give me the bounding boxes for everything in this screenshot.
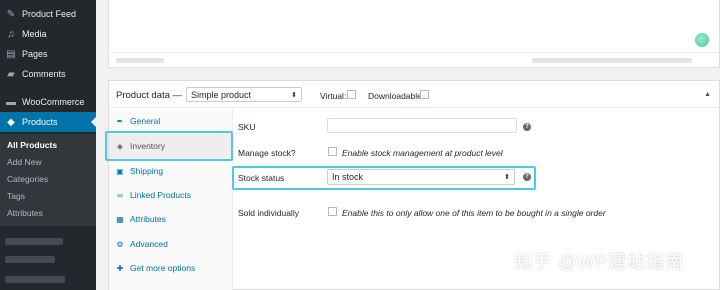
plugin-icon: ✚ — [116, 263, 124, 273]
woocommerce-icon: ▬ — [6, 96, 16, 108]
menu-label: Pages — [22, 49, 48, 59]
products-submenu: All Products Add New Categories Tags Att… — [0, 134, 96, 226]
menu-item-media[interactable]: ♫ Media — [0, 24, 96, 44]
virtual-checkbox[interactable] — [347, 90, 356, 99]
link-icon: ∞ — [117, 190, 123, 200]
menu-item-pages[interactable]: ▤ Pages — [0, 44, 96, 64]
tab-label: General — [130, 116, 161, 126]
tab-shipping[interactable]: ▣ Shipping — [109, 159, 233, 183]
word-count-blurred — [116, 58, 164, 63]
admin-sidebar: ✎ Product Feed ♫ Media ▤ Pages ▰ Comment… — [0, 0, 96, 290]
tab-attributes[interactable]: ▦ Attributes — [109, 207, 233, 231]
submenu-attributes[interactable]: Attributes — [7, 208, 43, 218]
gear-icon: ⚙ — [116, 239, 124, 249]
pages-icon: ▤ — [6, 48, 16, 60]
submenu-all-products[interactable]: All Products — [7, 140, 57, 150]
menu-label: Product Feed — [22, 9, 77, 19]
menu-item-comments[interactable]: ▰ Comments — [0, 64, 96, 84]
menu-item-product-feed[interactable]: ✎ Product Feed — [0, 4, 96, 24]
stock-status-highlight — [232, 166, 536, 190]
tab-label: Linked Products — [130, 190, 191, 200]
submenu-add-new[interactable]: Add New — [7, 157, 42, 167]
menu-item-woocommerce[interactable]: ▬ WooCommerce — [0, 92, 96, 112]
sku-input[interactable] — [327, 118, 517, 133]
truck-icon: ▣ — [116, 166, 124, 176]
tab-linked-products[interactable]: ∞ Linked Products — [109, 183, 233, 207]
manage-stock-checkbox[interactable] — [328, 147, 337, 156]
tab-label: Get more options — [130, 263, 196, 273]
watermark-text: 知乎 @WP建站指南 — [514, 252, 685, 272]
menu-label: Media — [22, 29, 47, 39]
editor-footer-divider — [108, 52, 720, 53]
select-arrows-icon: ⬍ — [291, 91, 297, 99]
help-icon[interactable]: ? — [523, 123, 531, 131]
product-type-value: Simple product — [191, 89, 252, 100]
tab-advanced[interactable]: ⚙ Advanced — [109, 232, 233, 256]
comments-icon: ▰ — [7, 68, 15, 80]
menu-item-products[interactable]: ◆ Products — [0, 112, 96, 132]
sku-label: SKU — [238, 122, 256, 132]
downloadable-checkbox[interactable] — [420, 90, 429, 99]
sold-individually-label: Sold individually — [238, 208, 299, 218]
grammar-check-icon[interactable] — [695, 33, 709, 47]
active-arrow-icon — [91, 117, 96, 127]
product-data-header: Product data — Simple product ⬍ Virtual:… — [109, 81, 719, 108]
blurred-menu-item — [5, 276, 65, 283]
virtual-label: Virtual: — [320, 91, 347, 101]
inventory-tab-highlight — [105, 131, 233, 161]
menu-label: WooCommerce — [22, 97, 85, 107]
blurred-menu-item — [5, 238, 63, 245]
manage-stock-label: Manage stock? — [238, 148, 296, 158]
submenu-tags[interactable]: Tags — [7, 191, 25, 201]
last-edited-blurred — [532, 58, 692, 63]
menu-label: Products — [22, 117, 58, 127]
wrench-icon: ✒ — [116, 116, 124, 126]
tab-label: Attributes — [130, 214, 166, 224]
sold-individually-description: Enable this to only allow one of this it… — [342, 208, 606, 218]
tab-label: Shipping — [130, 166, 164, 176]
tab-label: Advanced — [130, 239, 168, 249]
collapse-arrow-icon[interactable]: ▲ — [704, 91, 711, 98]
manage-stock-description: Enable stock management at product level — [342, 148, 503, 158]
tab-get-more-options[interactable]: ✚ Get more options — [109, 256, 233, 280]
tab-general[interactable]: ✒ General — [109, 109, 233, 133]
feed-icon: ✎ — [6, 8, 16, 20]
product-data-title: Product data — — [116, 90, 183, 101]
media-icon: ♫ — [7, 28, 15, 40]
downloadable-label: Downloadable: — [368, 91, 425, 101]
sold-individually-checkbox[interactable] — [328, 207, 337, 216]
blurred-menu-item — [5, 256, 55, 263]
table-icon: ▦ — [116, 214, 124, 224]
products-icon: ◆ — [7, 116, 15, 128]
menu-label: Comments — [22, 69, 66, 79]
product-type-select[interactable]: Simple product ⬍ — [186, 87, 302, 102]
submenu-categories[interactable]: Categories — [7, 174, 48, 184]
